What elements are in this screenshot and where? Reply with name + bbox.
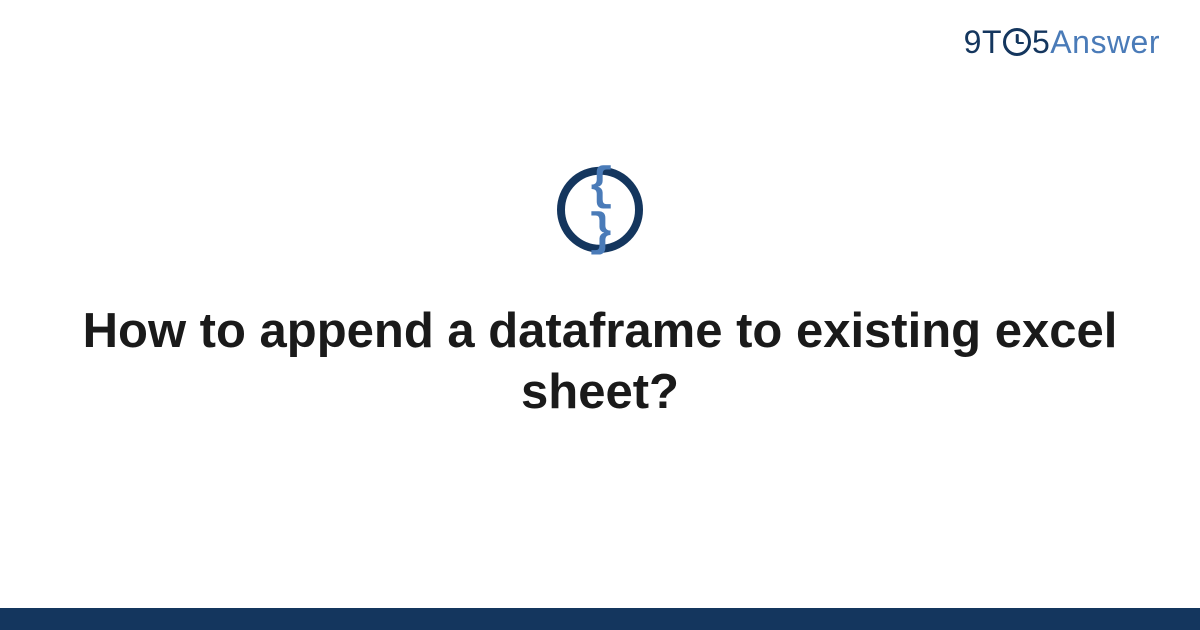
braces-glyph: { } (565, 164, 635, 256)
footer-bar (0, 608, 1200, 630)
content-area: { } How to append a dataframe to existin… (0, 167, 1200, 424)
question-title: How to append a dataframe to existing ex… (0, 301, 1200, 424)
logo-text-9t: 9T (964, 24, 1002, 60)
logo-text-answer: Answer (1050, 24, 1160, 60)
code-braces-icon: { } (557, 167, 643, 253)
clock-icon (1003, 28, 1031, 56)
logo-text-5: 5 (1032, 24, 1050, 60)
site-logo: 9T 5Answer (964, 24, 1160, 61)
